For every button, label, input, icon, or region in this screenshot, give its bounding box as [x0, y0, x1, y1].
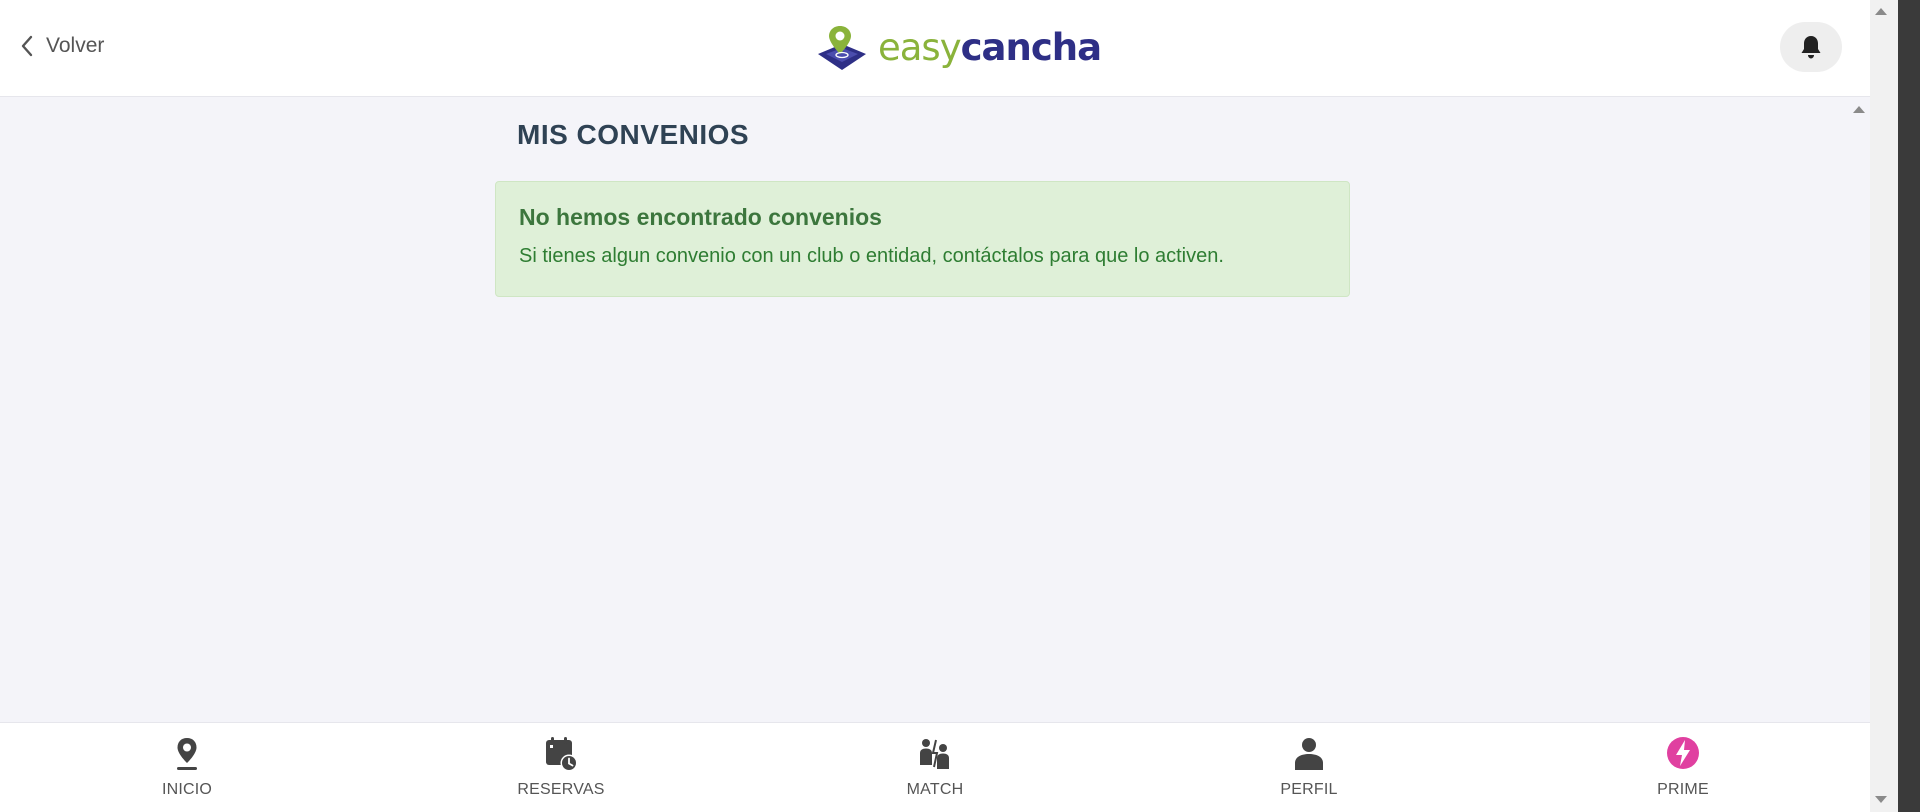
back-label: Volver [46, 34, 105, 57]
scroll-up-arrow-icon[interactable] [1853, 106, 1865, 113]
nav-label: INICIO [161, 781, 213, 798]
bottom-navigation: INICIO RESERVAS MATCH PERFIL PRIME [0, 722, 1870, 812]
alert-title: No hemos encontrado convenios [519, 204, 882, 230]
top-header: Volver easycancha [0, 0, 1870, 97]
back-button[interactable]: Volver [20, 34, 104, 58]
calendar-clock-icon [546, 737, 578, 772]
scroll-down-arrow-icon[interactable] [1875, 796, 1887, 803]
window-scrollbar[interactable] [1870, 0, 1920, 812]
location-pin-icon [177, 738, 197, 770]
prime-bolt-icon [1667, 737, 1699, 769]
nav-item-perfil[interactable]: PERFIL [1122, 723, 1496, 812]
nav-label: MATCH [906, 781, 964, 798]
notifications-button[interactable] [1780, 22, 1842, 72]
scroll-up-arrow-icon[interactable] [1875, 8, 1887, 15]
alert-text: Si tienes algun convenio con un club o e… [519, 245, 1224, 267]
app-root: Volver easycancha MIS CONVENIOS No hemos… [0, 0, 1870, 812]
content-scrollbar[interactable] [1846, 98, 1870, 722]
nav-label: PERFIL [1280, 781, 1338, 798]
nav-item-match[interactable]: MATCH [748, 723, 1122, 812]
scrollbar-track[interactable] [1870, 0, 1892, 812]
scrollbar-thumb[interactable] [1898, 0, 1920, 812]
nav-label: PRIME [1657, 781, 1709, 798]
empty-state-alert: No hemos encontrado convenios Si tienes … [495, 181, 1350, 297]
bell-icon [1801, 36, 1821, 59]
match-players-icon [920, 739, 949, 769]
main-content: MIS CONVENIOS No hemos encontrado conven… [0, 98, 1846, 722]
user-icon [1295, 738, 1323, 770]
easycancha-logo-icon [818, 26, 866, 70]
page-title: MIS CONVENIOS [517, 119, 750, 150]
nav-label: RESERVAS [517, 781, 605, 798]
app-logo[interactable]: easycancha [816, 24, 1102, 72]
chevron-left-icon [21, 35, 33, 57]
nav-item-inicio[interactable]: INICIO [0, 723, 374, 812]
nav-item-reservas[interactable]: RESERVAS [374, 723, 748, 812]
logo-wordmark: easycancha [878, 26, 1102, 70]
logo-word-cancha: cancha [960, 26, 1102, 69]
logo-word-easy: easy [878, 26, 962, 69]
nav-item-prime[interactable]: PRIME [1496, 723, 1870, 812]
